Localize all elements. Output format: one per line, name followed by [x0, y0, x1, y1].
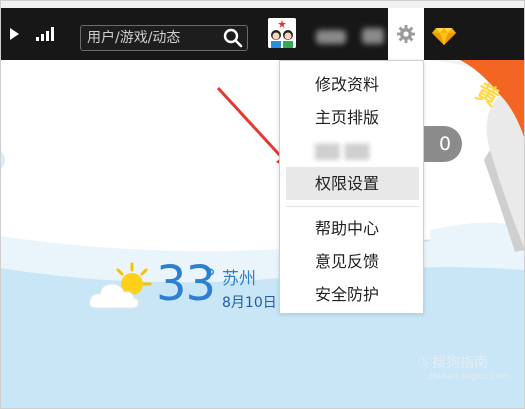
weather-cloud-sun-icon — [89, 262, 152, 309]
signal-icon[interactable] — [36, 27, 56, 41]
info-blurred — [362, 28, 384, 44]
weather-city[interactable]: 苏州 — [222, 264, 256, 289]
menu-item-help-center[interactable]: 帮助中心 — [286, 212, 419, 245]
avatar[interactable] — [268, 18, 296, 48]
degree-symbol: ° — [205, 266, 216, 291]
search-input[interactable] — [87, 29, 215, 47]
watermark-url: zhinan.sogou.com — [428, 372, 510, 382]
menu-divider — [286, 206, 420, 207]
menu-item-permission-settings[interactable]: 权限设置 — [286, 167, 419, 200]
settings-dropdown-menu: 修改资料 主页排版 ▇▇ ▇▇ 权限设置 帮助中心 意见反馈 安全防护 — [279, 60, 424, 314]
play-icon[interactable] — [10, 28, 19, 40]
menu-item-feedback[interactable]: 意见反馈 — [286, 245, 419, 278]
menu-item-homepage-layout[interactable]: 主页排版 — [286, 101, 419, 134]
count-badge[interactable]: 0 — [424, 126, 462, 162]
search-icon[interactable] — [223, 28, 243, 48]
username-blurred — [316, 30, 346, 44]
menu-item-blurred[interactable]: ▇▇ ▇▇ — [286, 134, 419, 167]
search-box — [80, 25, 248, 51]
gear-icon[interactable] — [397, 25, 415, 43]
background-art — [0, 60, 525, 409]
menu-item-edit-profile[interactable]: 修改资料 — [286, 68, 419, 101]
weather-date: 8月10日 — [222, 295, 277, 311]
menu-item-blurred-text: ▇▇ ▇▇ — [315, 141, 370, 160]
menu-item-security[interactable]: 安全防护 — [286, 278, 419, 311]
diamond-icon[interactable] — [432, 26, 456, 46]
watermark-logo: Ⓢ搜狗指南 — [418, 355, 488, 371]
